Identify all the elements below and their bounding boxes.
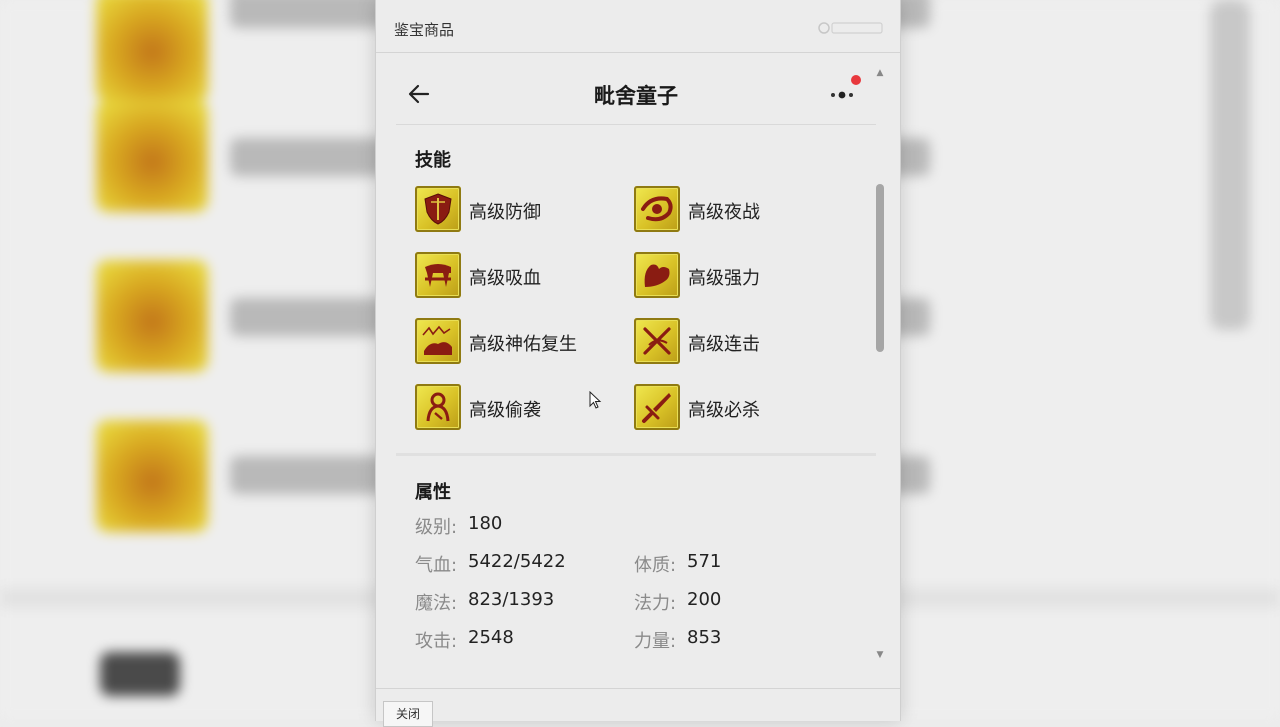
skill-label: 高级吸血 (469, 268, 541, 289)
muscle-icon (644, 264, 670, 287)
skill-icon-frame (415, 384, 461, 430)
window-titlebar: 鉴宝商品 (376, 0, 900, 53)
skill-label: 高级连击 (688, 334, 760, 355)
fang-icon (425, 264, 451, 287)
page-header: 毗舍童子 (396, 54, 876, 125)
window-title: 鉴宝商品 (394, 21, 455, 39)
mouse-cursor-icon (589, 391, 602, 409)
attr-attack-value: 2548 (468, 627, 514, 648)
scroll-up-icon[interactable]: ▲ (872, 66, 888, 80)
skill-item[interactable]: 高级偷袭 (415, 384, 615, 432)
skill-item[interactable]: 高级强力 (634, 252, 834, 300)
skill-label: 高级强力 (688, 268, 760, 289)
sword-icon (642, 393, 671, 423)
more-dots-icon (831, 91, 853, 99)
background-card (96, 420, 208, 532)
skill-icon-frame (415, 186, 461, 232)
attr-level-key: 级别: (415, 517, 458, 538)
attributes-section-title: 属性 (415, 482, 451, 503)
attr-hp-value: 5422/5422 (468, 551, 566, 572)
skills-section-title: 技能 (415, 150, 451, 171)
skill-item[interactable]: 高级必杀 (634, 384, 834, 432)
crossed-swords-icon (643, 327, 671, 355)
attr-level-value: 180 (468, 513, 503, 534)
item-detail-window: 鉴宝商品 毗舍童子 技能 高级防御 高级夜战 高级吸血 高级强力 高级神佑复生 … (376, 0, 900, 727)
revive-icon (422, 325, 452, 355)
background-block (100, 652, 180, 696)
scrollbar[interactable]: ▲ ▼ (872, 66, 888, 666)
skill-item[interactable]: 高级连击 (634, 318, 834, 366)
background-panel (1210, 0, 1250, 330)
skill-icon-frame (634, 252, 680, 298)
attr-strength-key: 力量: (634, 631, 677, 652)
attr-mana-value: 823/1393 (468, 589, 555, 610)
skill-icon-frame (415, 318, 461, 364)
background-card (96, 260, 208, 372)
attr-magic-value: 200 (687, 589, 722, 610)
window-footer: 关闭 (376, 688, 900, 727)
attr-constitution-key: 体质: (634, 555, 677, 576)
skill-item[interactable]: 高级防御 (415, 186, 615, 234)
attr-hp-key: 气血: (415, 555, 458, 576)
attr-strength-value: 853 (687, 627, 722, 648)
attr-attack-key: 攻击: (415, 631, 458, 652)
attr-mana-key: 魔法: (415, 593, 458, 614)
notification-dot (851, 75, 861, 85)
background-card (96, 100, 208, 212)
skill-item[interactable]: 高级神佑复生 (415, 318, 625, 366)
skill-label: 高级必杀 (688, 400, 760, 421)
attr-constitution-value: 571 (687, 551, 722, 572)
section-divider (396, 453, 876, 456)
scroll-down-icon[interactable]: ▼ (872, 648, 888, 662)
skill-icon-frame (634, 318, 680, 364)
shield-icon (424, 193, 452, 225)
eye-icon (641, 196, 673, 222)
skill-label: 高级神佑复生 (469, 334, 577, 355)
background-card (96, 0, 208, 102)
more-button[interactable] (828, 80, 866, 110)
content-area: 毗舍童子 技能 高级防御 高级夜战 高级吸血 高级强力 高级神佑复生 高级连击 … (396, 54, 876, 686)
scrollbar-thumb[interactable] (876, 184, 884, 352)
skill-label: 高级夜战 (688, 202, 760, 223)
sneak-icon (426, 392, 450, 422)
logo-icon (818, 22, 883, 34)
skill-icon-frame (634, 384, 680, 430)
skill-label: 高级偷袭 (469, 400, 541, 421)
skill-icon-frame (415, 252, 461, 298)
attr-magic-key: 法力: (634, 593, 677, 614)
skill-label: 高级防御 (469, 202, 541, 223)
skill-icon-frame (634, 186, 680, 232)
skill-item[interactable]: 高级吸血 (415, 252, 615, 300)
close-button[interactable]: 关闭 (383, 701, 433, 727)
page-title: 毗舍童子 (594, 84, 678, 108)
skill-item[interactable]: 高级夜战 (634, 186, 834, 234)
